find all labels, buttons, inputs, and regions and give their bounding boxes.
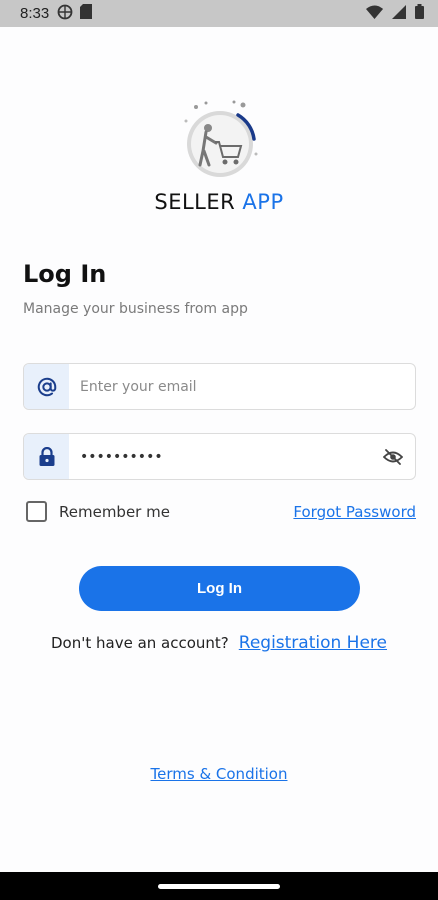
navigation-bar xyxy=(0,872,438,900)
email-input[interactable] xyxy=(69,364,415,409)
status-bar: 8:33 xyxy=(0,0,438,27)
signal-icon xyxy=(392,4,406,23)
remember-me[interactable]: Remember me xyxy=(26,501,170,522)
wifi-icon xyxy=(366,4,383,23)
password-input[interactable] xyxy=(69,434,371,479)
globe-icon xyxy=(57,4,73,24)
brand-part1: SELLER xyxy=(154,190,236,214)
eye-off-icon[interactable] xyxy=(371,434,415,479)
login-screen: SELLER APP Log In Manage your business f… xyxy=(0,27,438,872)
lock-icon xyxy=(24,434,69,479)
remember-me-checkbox[interactable] xyxy=(26,501,47,522)
password-field[interactable] xyxy=(23,433,416,480)
registration-link[interactable]: Registration Here xyxy=(239,633,387,653)
email-field[interactable] xyxy=(23,363,416,410)
battery-icon xyxy=(415,4,424,23)
sim-card-icon xyxy=(80,4,93,23)
login-button[interactable]: Log In xyxy=(79,566,360,611)
page-title: Log In xyxy=(23,260,107,288)
brand-part2: APP xyxy=(242,190,284,214)
status-time: 8:33 xyxy=(20,5,50,22)
home-gesture-handle[interactable] xyxy=(158,884,280,889)
remember-me-label: Remember me xyxy=(59,502,170,521)
terms-link[interactable]: Terms & Condition xyxy=(0,765,438,783)
shopping-cart-person-logo xyxy=(176,99,266,189)
at-sign-icon xyxy=(24,364,69,409)
no-account-text: Don't have an account? xyxy=(50,634,229,652)
page-subtitle: Manage your business from app xyxy=(23,301,248,317)
forgot-password-link[interactable]: Forgot Password xyxy=(293,503,416,521)
brand-name: SELLER APP xyxy=(0,190,438,214)
register-row: Don't have an account? Registration Here xyxy=(0,633,438,653)
